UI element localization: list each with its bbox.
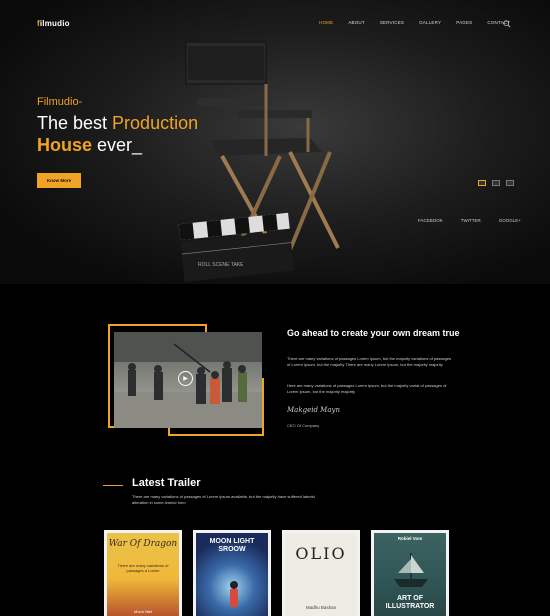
- nav-about[interactable]: ABOUT: [348, 20, 365, 25]
- ceo-role: CEO Of Company: [287, 423, 320, 428]
- poster-title: OLIO: [295, 544, 347, 563]
- facebook-link[interactable]: FACEBOOK: [418, 218, 443, 223]
- poster-olio[interactable]: OLIO Madhu Bashan: [282, 530, 360, 616]
- social-links: FACEBOOK TWITTER GOOGLE+: [418, 218, 539, 223]
- ceo-signature: Makgeid Mayn: [287, 406, 340, 414]
- search-icon[interactable]: [503, 20, 511, 28]
- about-title: Go ahead to create your own dream true: [287, 328, 460, 338]
- twitter-link[interactable]: TWITTER: [461, 218, 481, 223]
- clapper-text: ROLL SCENE TAKE: [198, 262, 244, 268]
- about-paragraph-2: Here are many variations of passages Lor…: [287, 383, 447, 395]
- trailer-title: Latest Trailer: [132, 477, 201, 489]
- nav-gallery[interactable]: GALLERY: [419, 20, 441, 25]
- nav-services[interactable]: SERVICES: [380, 20, 404, 25]
- slider-thumbs: [478, 180, 514, 186]
- about-paragraph-1: There are many variations of passages Lo…: [287, 356, 452, 368]
- hero-brand: Filmudio-: [37, 96, 83, 108]
- poster-title: War Of Dragon: [108, 539, 178, 549]
- play-icon: ▶: [183, 376, 188, 382]
- hero-headline: The best Production House ever_: [37, 113, 199, 155]
- site-logo[interactable]: filmudio: [37, 19, 70, 28]
- nav-pages[interactable]: PAGES: [456, 20, 472, 25]
- google-plus-link[interactable]: GOOGLE+: [499, 218, 521, 223]
- poster-moon-light[interactable]: MOON LIGHT SROOW: [193, 530, 271, 616]
- poster-list: War Of Dragon There are many variations …: [104, 530, 449, 616]
- hero-section: ROLL SCENE TAKE filmudio HOME ABOUT SERV…: [0, 0, 550, 284]
- main-nav: HOME ABOUT SERVICES GALLERY PAGES CONTAC…: [319, 20, 525, 25]
- poster-author: Madhu Bashan: [305, 605, 337, 610]
- know-more-button[interactable]: Know More: [37, 173, 81, 188]
- poster-subtitle: There are many variations of passages a …: [117, 563, 169, 573]
- poster-title: ART OF ILLUSTRATOR: [385, 595, 435, 610]
- nav-home[interactable]: HOME: [319, 20, 333, 25]
- poster-title: MOON LIGHT SROOW: [209, 538, 255, 553]
- poster-author: Moon Niel: [133, 609, 152, 614]
- ship-illustration: [394, 553, 428, 587]
- slide-thumb-2[interactable]: [492, 180, 500, 186]
- section-divider: [103, 485, 123, 486]
- slide-thumb-3[interactable]: [506, 180, 514, 186]
- trailer-description: There are many variations of passages of…: [132, 494, 315, 506]
- slide-thumb-1[interactable]: [478, 180, 486, 186]
- poster-author: Robiel Vom: [397, 536, 423, 541]
- play-video-button[interactable]: ▶: [178, 371, 193, 386]
- figure-illustration: [230, 581, 238, 607]
- poster-art-of-illustrator[interactable]: Robiel Vom ART OF ILLUSTRATOR: [371, 530, 449, 616]
- poster-war-of-dragon[interactable]: War Of Dragon There are many variations …: [104, 530, 182, 616]
